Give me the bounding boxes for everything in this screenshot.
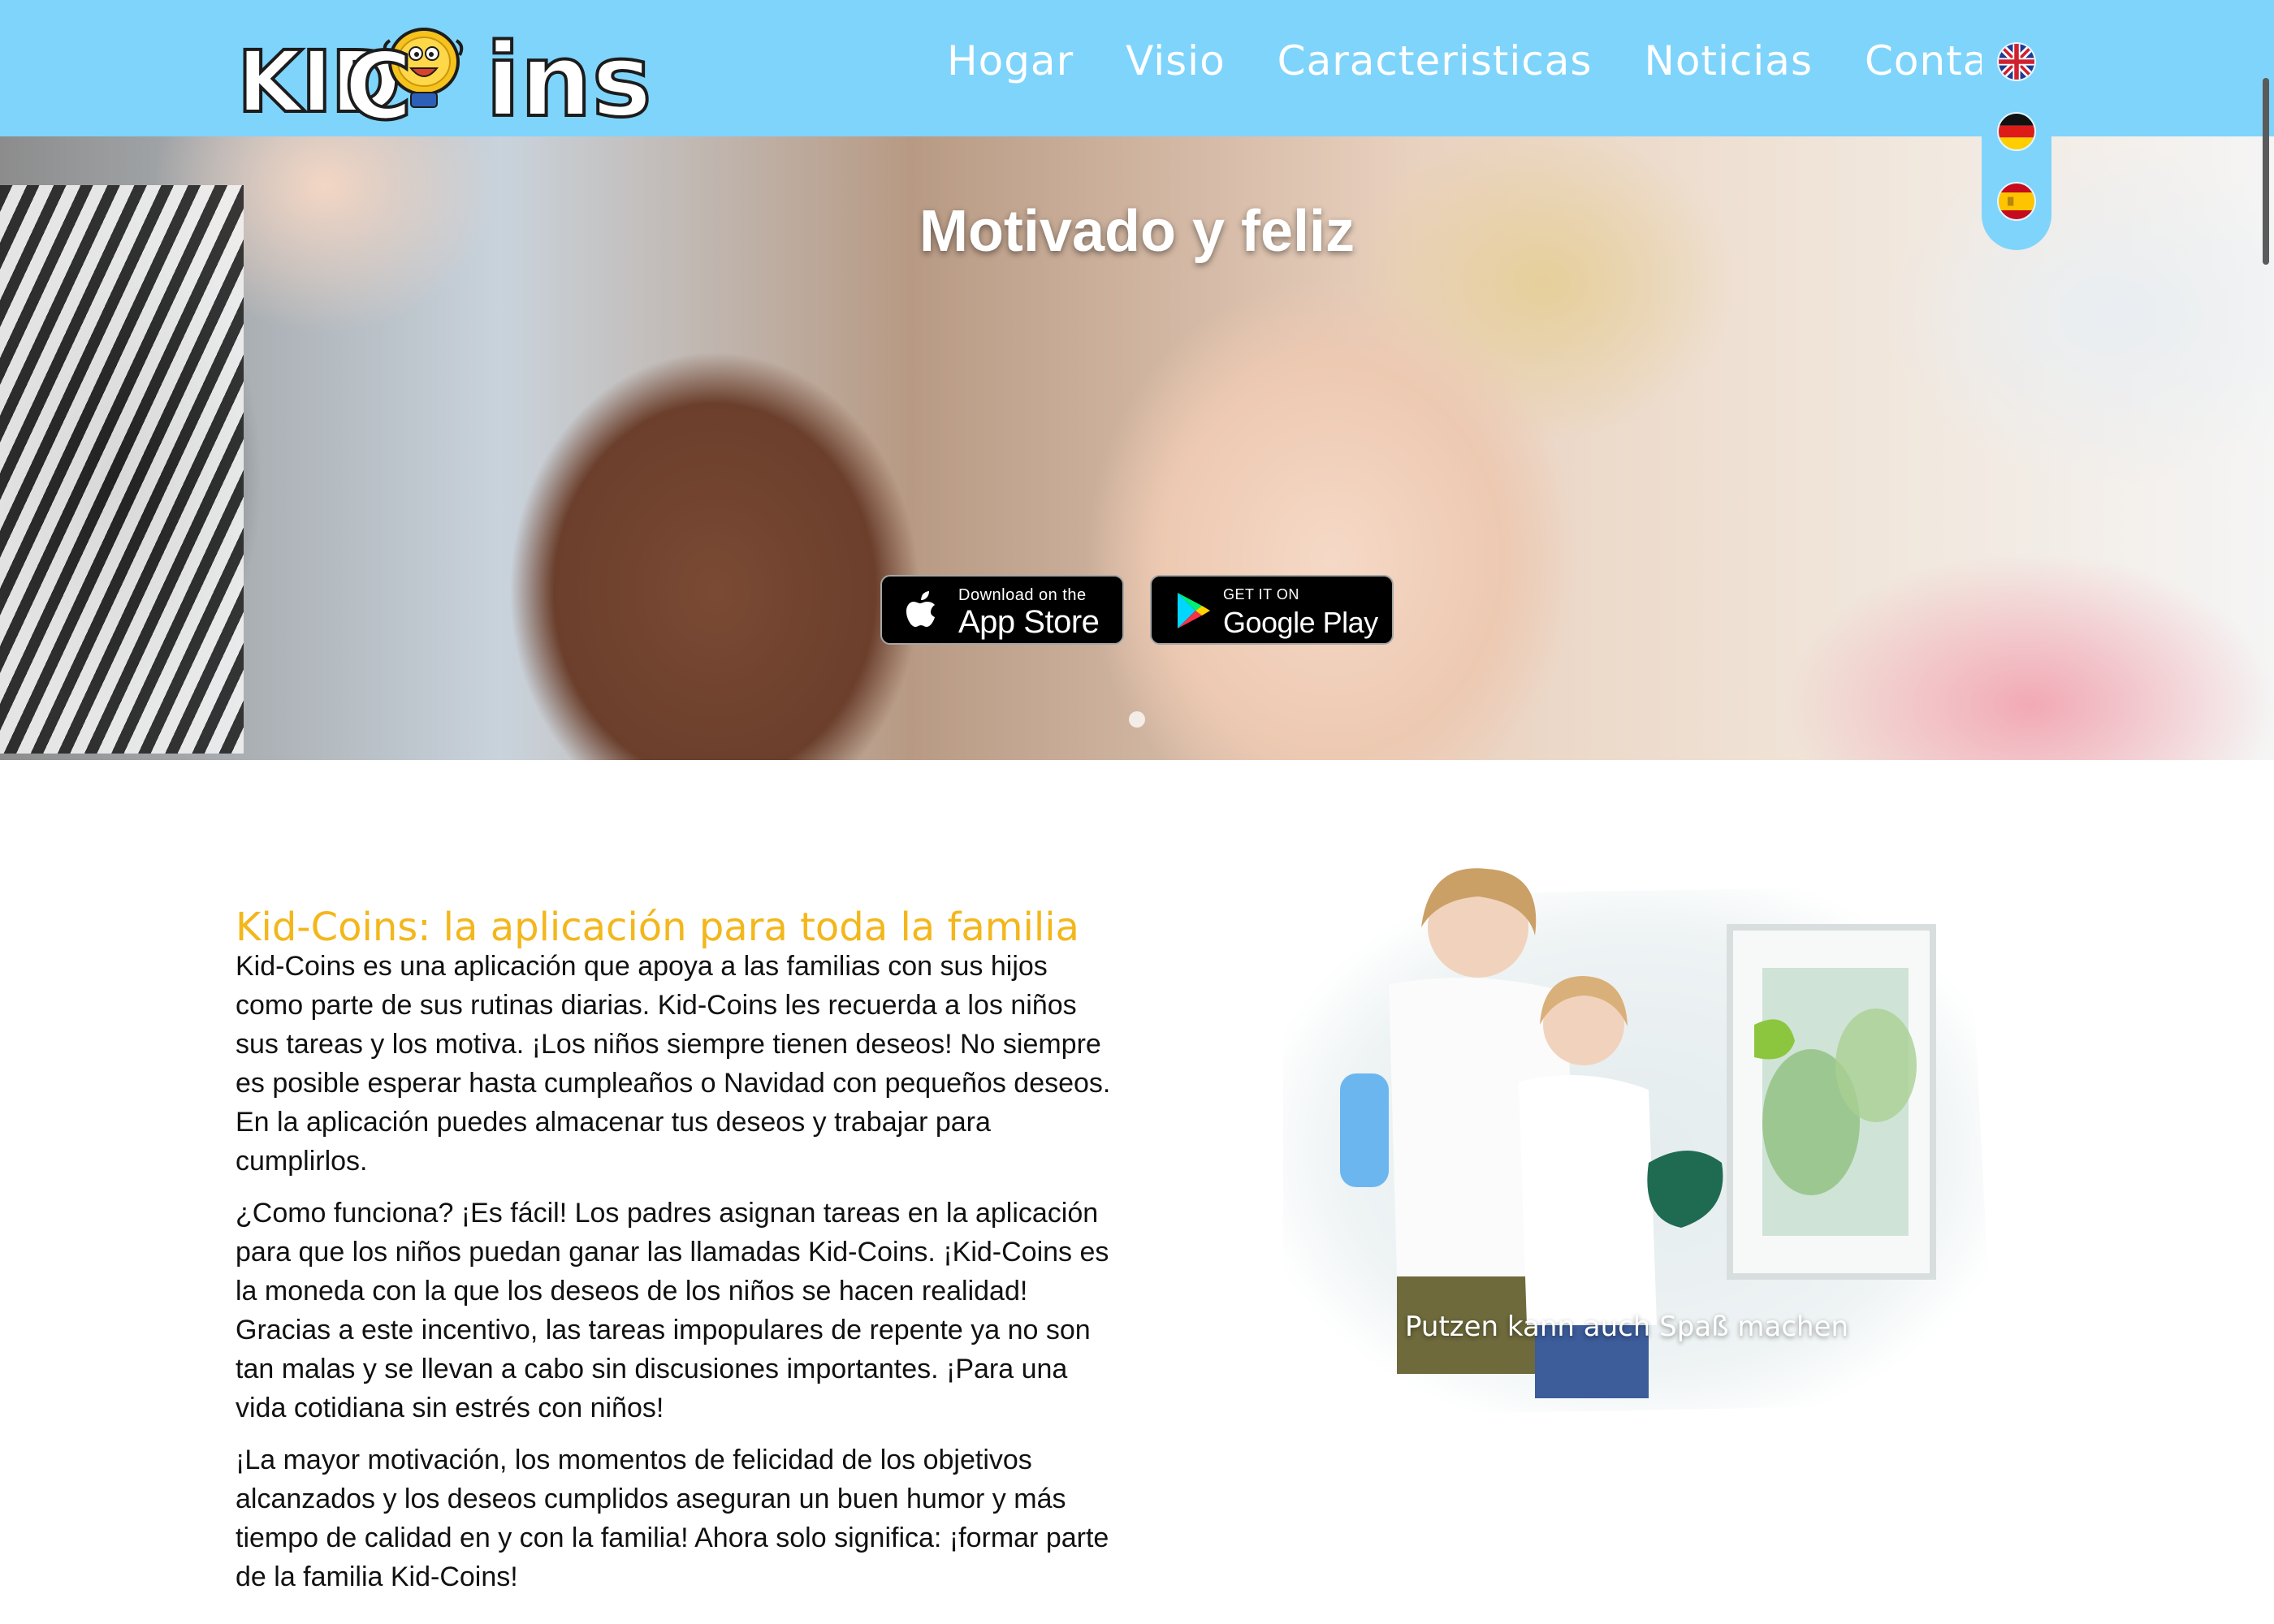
app-store-big-label: App Store <box>958 604 1100 640</box>
scrollbar-thumb[interactable] <box>2263 78 2269 265</box>
section-heading: Kid-Coins: la aplicación para toda la fa… <box>236 904 1079 950</box>
apple-icon <box>906 591 935 627</box>
main-nav: Hogar Visio Caracteristicas Noticias Con… <box>947 37 2106 94</box>
site-header: KID C ins Hogar Visio Caracteristicas No… <box>0 0 2274 142</box>
nav-item-noticias[interactable]: Noticias <box>1644 37 1813 94</box>
nav-item-visio[interactable]: Visio <box>1126 37 1226 94</box>
google-play-small-label: GET IT ON <box>1223 586 1299 603</box>
germany-flag-icon[interactable] <box>1997 112 2036 151</box>
uk-flag-icon[interactable] <box>1997 42 2036 81</box>
hero-banner: Motivado y feliz Download on the App Sto… <box>0 136 2274 760</box>
kidcoins-logo[interactable]: KID C ins <box>234 18 654 142</box>
spain-flag-icon[interactable] <box>1997 182 2036 221</box>
app-store-button[interactable]: Download on the App Store <box>880 575 1124 645</box>
logo-text-ins: ins <box>484 21 654 141</box>
google-play-icon <box>1178 593 1210 628</box>
logo-text-c: C <box>343 31 414 142</box>
photo-caption: Putzen kann auch Spaß machen <box>1405 1311 1849 1343</box>
paragraph-how-it-works: ¿Como funciona? ¡Es fácil! Los padres as… <box>236 1198 1109 1423</box>
hero-photo-children <box>0 185 244 754</box>
google-play-big-label: Google Play <box>1223 606 1378 639</box>
language-switcher <box>1982 32 2051 250</box>
paragraph-intro: Kid-Coins es una aplicación que apoya a … <box>236 951 1111 1177</box>
app-store-small-label: Download on the <box>958 586 1087 604</box>
cleaning-girls-photo <box>1282 868 1990 1415</box>
nav-item-hogar[interactable]: Hogar <box>947 37 1074 94</box>
paragraph-motivation: ¡La mayor motivación, los momentos de fe… <box>236 1445 1109 1592</box>
nav-item-caracteristicas[interactable]: Caracteristicas <box>1278 37 1593 94</box>
slider-dot[interactable] <box>1129 711 1145 728</box>
hero-title: Motivado y feliz <box>919 199 1355 265</box>
google-play-button[interactable]: GET IT ON Google Play <box>1150 575 1394 645</box>
